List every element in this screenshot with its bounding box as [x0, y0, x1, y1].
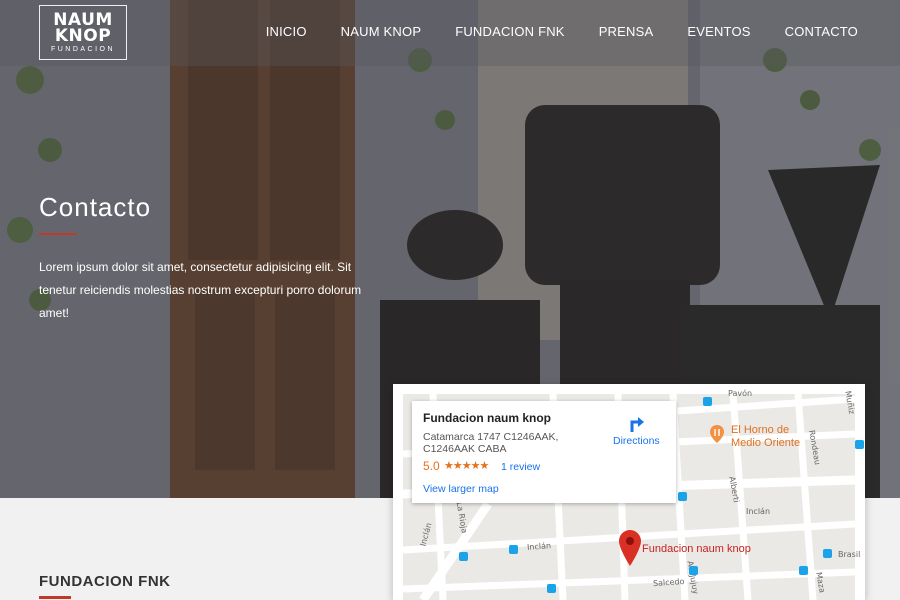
- place-info-card: Fundacion naum knop Catamarca 1747 C1246…: [412, 401, 676, 503]
- nav-fundacion-fnk[interactable]: FUNDACION FNK: [455, 24, 565, 39]
- pin-label[interactable]: Fundacion naum knop: [642, 543, 751, 555]
- street-label-brasil: Brasil: [838, 550, 861, 559]
- transit-icon: [855, 440, 864, 449]
- page-title: Contacto: [39, 192, 152, 222]
- directions-icon[interactable]: [624, 411, 648, 433]
- nav-inicio[interactable]: INICIO: [266, 24, 307, 39]
- top-navigation-bar: NAUM KNOP FUNDACION INICIO NAUM KNOP FUN…: [0, 0, 900, 66]
- reviews-link[interactable]: 1 review: [501, 461, 540, 473]
- transit-icon: [459, 552, 468, 561]
- logo-subtitle: FUNDACION: [50, 46, 116, 53]
- nav-naum-knop[interactable]: NAUM KNOP: [341, 24, 422, 39]
- transit-icon: [703, 397, 712, 406]
- street-label-inclan-2: Inclán: [526, 541, 552, 552]
- rating-stars: ★★★★★: [444, 460, 489, 472]
- transit-icon: [547, 584, 556, 593]
- hero-description: Lorem ipsum dolor sit amet, consectetur …: [39, 260, 362, 320]
- view-larger-map-link[interactable]: View larger map: [423, 483, 499, 495]
- street-label-inclan-3: Inclán: [746, 507, 771, 516]
- directions-link[interactable]: Directions: [613, 435, 660, 447]
- transit-icon: [509, 545, 518, 554]
- transit-icon: [799, 566, 808, 575]
- main-nav: INICIO NAUM KNOP FUNDACION FNK PRENSA EV…: [266, 24, 858, 39]
- restaurant-pin-icon[interactable]: [710, 425, 724, 443]
- nav-contacto[interactable]: CONTACTO: [785, 24, 858, 39]
- section-title: FUNDACION FNK: [39, 573, 171, 590]
- title-underline: [39, 233, 77, 235]
- logo[interactable]: NAUM KNOP FUNDACION: [39, 5, 127, 60]
- street-label-pavon: Pavón: [728, 389, 753, 398]
- section-underline: [39, 596, 71, 599]
- location-pin-icon[interactable]: [619, 530, 641, 566]
- nav-prensa[interactable]: PRENSA: [599, 24, 654, 39]
- poi-label[interactable]: El Horno de Medio Oriente: [731, 424, 821, 450]
- nav-eventos[interactable]: EVENTOS: [687, 24, 750, 39]
- logo-line-2: KNOP: [54, 26, 112, 46]
- place-address: Catamarca 1747 C1246AAK, C1246AAK CABA: [423, 431, 559, 455]
- transit-icon: [678, 492, 687, 501]
- rating-value: 5.0: [423, 459, 440, 473]
- transit-icon: [823, 549, 832, 558]
- transit-icon: [689, 566, 698, 575]
- place-name: Fundacion naum knop: [423, 411, 551, 425]
